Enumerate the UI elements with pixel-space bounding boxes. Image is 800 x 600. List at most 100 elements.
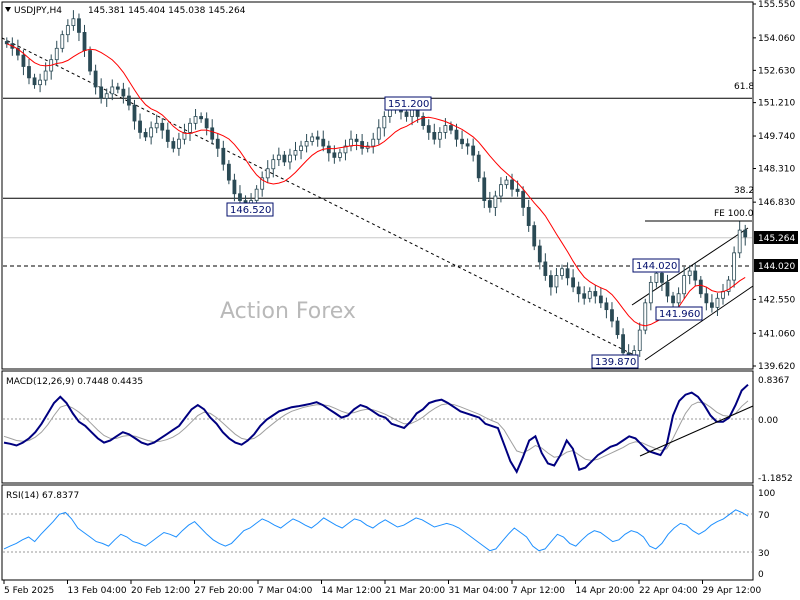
candle-body: [54, 47, 59, 61]
candle-body: [215, 138, 220, 149]
candle-body: [554, 275, 559, 288]
candle-body: [121, 88, 126, 97]
annotation-141-960: 141.960: [655, 306, 703, 321]
time-tick-label: 14 Apr 20:00: [576, 586, 635, 596]
price-tick-label: 146.830: [758, 198, 795, 208]
candle-body: [537, 245, 542, 263]
annotation-144-020: 144.020: [632, 258, 680, 273]
rsi-tick-0: 0: [758, 570, 764, 580]
price-tick-label: 155.550: [758, 0, 795, 10]
candle-body: [232, 179, 237, 195]
candle-body: [426, 125, 431, 133]
candle-body: [188, 122, 192, 133]
time-tick-label: 7 Mar 04:00: [258, 586, 313, 596]
macd-tick-max: 0.8367: [758, 376, 790, 386]
time-tick-label: 21 Mar 20:00: [385, 586, 445, 596]
chart-canvas: USDJPY,H4 145.381 145.404 145.038 145.26…: [0, 0, 800, 600]
rsi-title: RSI(14) 67.8377: [6, 491, 79, 501]
candle-body: [238, 193, 242, 201]
candle-body: [271, 159, 276, 170]
macd-tick-min: -1.1852: [758, 474, 793, 484]
candle-body: [493, 195, 498, 208]
candle-body: [276, 154, 281, 161]
svg-text:145.264: 145.264: [758, 234, 795, 244]
current-price-tag: 145.264: [754, 231, 798, 244]
candle-body: [387, 109, 392, 117]
price-tick-label: 141.060: [758, 329, 795, 339]
candle-body: [682, 275, 687, 295]
candle-body: [132, 104, 137, 122]
candle-body: [443, 125, 448, 133]
candle-body: [4, 41, 9, 45]
candle-body: [376, 127, 381, 140]
svg-text:141.960: 141.960: [659, 309, 700, 320]
candle-body: [254, 188, 259, 201]
candle-body: [637, 329, 642, 351]
candle-body: [454, 129, 459, 140]
candle-body: [349, 138, 353, 147]
candle-body: [482, 177, 487, 201]
candle-body: [476, 154, 481, 179]
candle-body: [104, 93, 109, 99]
candle-body: [471, 145, 476, 156]
candle-body: [432, 131, 437, 140]
candle-body: [526, 206, 531, 226]
candle-body: [304, 141, 309, 147]
svg-text:151.200: 151.200: [388, 99, 429, 110]
candle-body: [660, 272, 664, 283]
annotation-151-200: 151.200: [384, 96, 432, 111]
candle-body: [282, 154, 287, 163]
time-tick-label: 27 Feb 20:00: [195, 586, 254, 596]
candle-body: [154, 122, 159, 129]
candle-body: [737, 229, 742, 254]
candle-body: [88, 50, 92, 72]
svg-text:144.020: 144.020: [758, 262, 795, 272]
candle-body: [415, 109, 420, 117]
candle-body: [21, 54, 26, 67]
candle-body: [82, 32, 87, 51]
candle-body: [543, 261, 548, 276]
candle-body: [721, 291, 725, 299]
candle-body: [604, 302, 609, 311]
candle-body: [221, 147, 226, 165]
watermark: Action Forex: [220, 299, 356, 324]
candle-body: [160, 122, 165, 131]
candle-body: [687, 270, 692, 276]
annotation-146-520: 146.520: [226, 202, 274, 217]
candle-body: [43, 70, 48, 81]
macd-tick-zero: 0.00: [758, 416, 778, 426]
rsi-tick-70: 70: [758, 511, 770, 521]
candle-body: [437, 131, 442, 140]
candle-body: [332, 152, 337, 158]
candle-body: [127, 95, 131, 106]
candle-body: [548, 275, 553, 288]
price-tick-label: 154.060: [758, 34, 795, 44]
candle-body: [404, 111, 409, 117]
price-tick-label: 152.630: [758, 66, 795, 76]
candle-body: [410, 109, 414, 117]
candle-body: [149, 127, 154, 138]
candle-body: [265, 168, 270, 179]
candle-body: [615, 320, 620, 336]
candle-body: [698, 279, 703, 295]
candle-body: [571, 277, 576, 288]
candle-body: [710, 302, 714, 308]
candle-body: [449, 125, 453, 131]
candle-body: [32, 77, 37, 86]
candle-body: [288, 154, 292, 163]
symbol-label: USDJPY,H4: [14, 6, 62, 16]
time-tick-label: 22 Apr 04:00: [639, 586, 698, 596]
candle-body: [138, 120, 142, 133]
candle-body: [226, 163, 231, 181]
candle-body: [143, 131, 148, 138]
candle-body: [210, 127, 215, 140]
candle-body: [193, 116, 198, 124]
candle-body: [587, 291, 592, 299]
time-tick-label: 29 Apr 12:00: [703, 586, 762, 596]
candle-body: [293, 150, 298, 156]
svg-text:144.020: 144.020: [636, 261, 677, 272]
price-tick-label: 142.550: [758, 295, 795, 305]
candle-body: [487, 200, 492, 208]
price-tick-label: 149.740: [758, 132, 795, 142]
candle-body: [371, 138, 376, 147]
